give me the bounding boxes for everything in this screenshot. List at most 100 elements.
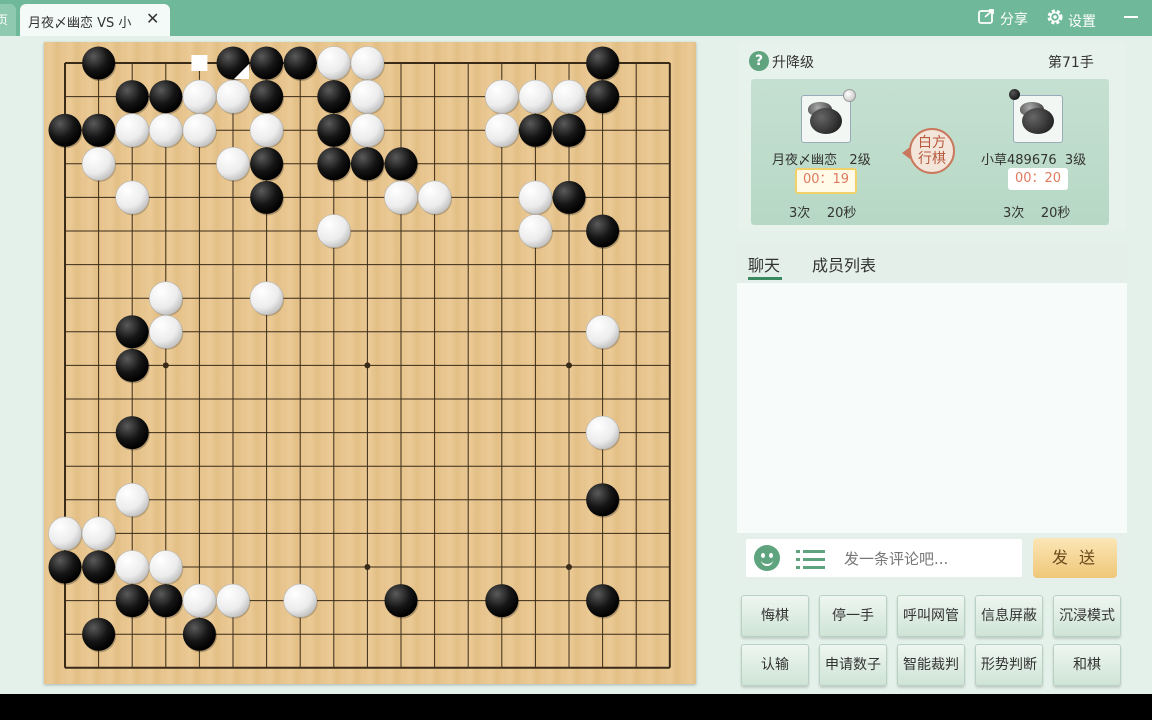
comment-input[interactable] <box>842 547 1016 571</box>
black-stone[interactable] <box>149 80 183 114</box>
emoji-icon[interactable] <box>754 545 780 571</box>
white-stone[interactable] <box>216 147 250 181</box>
help-icon[interactable]: ? <box>749 51 769 71</box>
go-board[interactable] <box>44 42 696 684</box>
black-stone[interactable] <box>250 180 284 214</box>
white-stone[interactable] <box>81 147 116 181</box>
black-stone[interactable] <box>250 147 284 181</box>
white-stone[interactable] <box>384 180 418 215</box>
white-stone[interactable] <box>417 180 452 215</box>
white-stone[interactable] <box>350 79 385 114</box>
draw-button[interactable]: 和棋 <box>1053 644 1121 686</box>
white-stone[interactable] <box>115 113 149 147</box>
black-stone[interactable] <box>384 584 418 618</box>
black-stone[interactable] <box>182 617 216 651</box>
black-stone[interactable] <box>317 147 351 181</box>
black-stone[interactable] <box>317 113 351 147</box>
white-stone[interactable] <box>249 113 284 147</box>
white-stone[interactable] <box>585 314 620 349</box>
request-count-button[interactable]: 申请数子 <box>819 644 887 686</box>
white-stone[interactable] <box>283 583 318 618</box>
white-stone[interactable] <box>316 214 351 248</box>
tab-chat[interactable]: 聊天 <box>748 252 783 280</box>
black-stone[interactable] <box>586 80 620 114</box>
player2-clock: 00：20 <box>1008 168 1068 190</box>
player1-name: 月夜〆幽恋 2级 <box>772 149 871 168</box>
undo-button[interactable]: 悔棋 <box>741 595 809 637</box>
white-stone[interactable] <box>149 113 183 147</box>
black-stone[interactable] <box>82 617 116 651</box>
black-stone[interactable] <box>149 584 183 618</box>
black-stone[interactable] <box>115 315 149 349</box>
immersive-mode-button[interactable]: 沉浸模式 <box>1053 595 1121 637</box>
black-stone[interactable] <box>115 584 149 618</box>
star-point <box>162 362 169 369</box>
minimize-icon[interactable] <box>1124 16 1138 18</box>
black-stone[interactable] <box>518 113 552 147</box>
white-stone[interactable] <box>182 79 217 114</box>
white-stone[interactable] <box>249 281 284 316</box>
board-grid[interactable] <box>44 42 696 684</box>
resign-button[interactable]: 认输 <box>741 644 809 686</box>
white-stone[interactable] <box>585 415 620 450</box>
white-stone[interactable] <box>149 314 183 349</box>
white-stone[interactable] <box>350 46 385 80</box>
white-stone[interactable] <box>182 583 217 618</box>
list-icon[interactable] <box>796 549 826 569</box>
comment-box <box>746 539 1022 577</box>
settings-button[interactable]: 设置 <box>1046 8 1096 31</box>
black-stone[interactable] <box>586 584 620 618</box>
black-stone[interactable] <box>82 113 116 147</box>
black-stone[interactable] <box>552 180 586 214</box>
white-stone[interactable] <box>48 516 82 551</box>
black-stone[interactable] <box>317 80 351 114</box>
player1-byoyomi: 3次 20秒 <box>789 202 856 221</box>
white-stone[interactable] <box>484 79 519 114</box>
send-button[interactable]: 发 送 <box>1033 538 1117 578</box>
position-judgement-button[interactable]: 形势判断 <box>975 644 1043 686</box>
tab-current-game[interactable]: 月夜〆幽恋 VS 小 ✕ <box>20 4 170 36</box>
black-stone[interactable] <box>552 113 586 147</box>
white-stone[interactable] <box>182 113 217 147</box>
black-stone[interactable] <box>115 348 149 382</box>
white-stone[interactable] <box>216 79 250 114</box>
call-admin-button[interactable]: 呼叫网管 <box>897 595 965 637</box>
share-button[interactable]: 分享 <box>978 8 1028 29</box>
white-stone[interactable] <box>518 79 553 114</box>
black-stone[interactable] <box>115 80 149 114</box>
ai-judge-button[interactable]: 智能裁判 <box>897 644 965 686</box>
white-stone[interactable] <box>552 79 586 114</box>
black-stone[interactable] <box>48 113 82 147</box>
black-stone[interactable] <box>586 483 620 517</box>
white-stone[interactable] <box>115 180 149 215</box>
black-stone[interactable] <box>485 584 519 618</box>
white-stone[interactable] <box>316 46 351 80</box>
black-stone[interactable] <box>250 46 284 80</box>
tab-previous[interactable]: 页 <box>0 4 16 36</box>
white-stone[interactable] <box>149 550 183 584</box>
player1-clock: 00：19 <box>795 168 857 194</box>
black-stone[interactable] <box>82 46 116 80</box>
white-stone[interactable] <box>350 113 385 147</box>
black-stone[interactable] <box>250 80 284 114</box>
black-stone[interactable] <box>115 416 149 450</box>
close-icon[interactable]: ✕ <box>146 9 159 28</box>
block-messages-button[interactable]: 信息屏蔽 <box>975 595 1043 637</box>
white-stone[interactable] <box>518 180 553 215</box>
black-stone[interactable] <box>384 147 418 181</box>
white-stone[interactable] <box>81 516 116 551</box>
black-stone[interactable] <box>350 147 384 181</box>
white-stone[interactable] <box>216 583 250 618</box>
white-stone[interactable] <box>518 214 553 248</box>
tab-members[interactable]: 成员列表 <box>812 252 876 276</box>
black-stone[interactable] <box>82 550 116 584</box>
black-stone[interactable] <box>283 46 317 80</box>
black-stone[interactable] <box>586 214 620 248</box>
white-stone[interactable] <box>115 550 149 584</box>
white-stone[interactable] <box>115 482 149 517</box>
white-stone[interactable] <box>484 113 519 147</box>
black-stone[interactable] <box>586 46 620 80</box>
black-stone[interactable] <box>48 550 82 584</box>
pass-button[interactable]: 停一手 <box>819 595 887 637</box>
white-stone[interactable] <box>149 281 183 316</box>
